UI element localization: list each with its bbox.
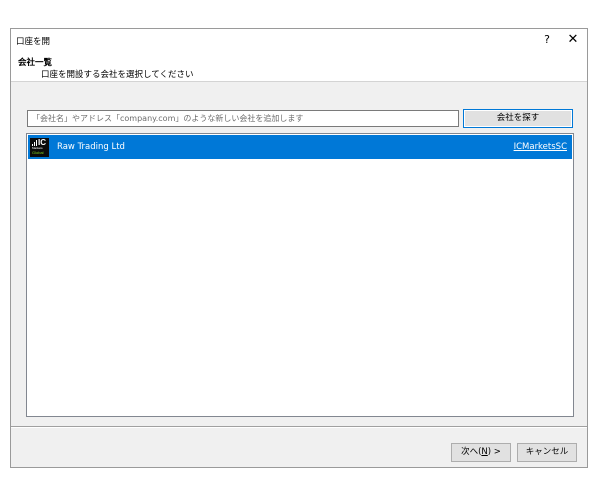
next-label-suffix: ) > [487,447,501,457]
footer-divider [11,426,587,428]
header-panel: 会社一覧 口座を開設する会社を選択してください [11,51,587,82]
dialog-window: 口座を開 ? ✕ 会社一覧 口座を開設する会社を選択してください 会社を探す I… [10,28,588,468]
help-button[interactable]: ? [540,33,554,47]
page-subtitle: 口座を開設する会社を選択してください [41,70,194,80]
company-name: Raw Trading Ltd [57,142,125,152]
title-bar[interactable]: 口座を開 ? ✕ [11,29,587,51]
server-link[interactable]: ICMarketsSC [514,142,567,152]
find-company-button[interactable]: 会社を探す [463,109,573,128]
company-list[interactable]: IC Markets Global Raw Trading Ltd ICMark… [26,133,574,417]
close-button[interactable]: ✕ [566,33,580,47]
cancel-button[interactable]: キャンセル [517,443,577,462]
company-search-input[interactable] [27,110,459,127]
next-label-prefix: 次へ( [461,447,482,457]
logo-line-2: Global [32,150,44,155]
next-button[interactable]: 次へ(N) > [451,443,511,462]
page-title: 会社一覧 [18,58,53,68]
window-title: 口座を開 [16,37,51,47]
broker-logo-icon: IC Markets Global [30,138,49,157]
company-list-item[interactable]: IC Markets Global Raw Trading Ltd ICMark… [28,135,572,159]
